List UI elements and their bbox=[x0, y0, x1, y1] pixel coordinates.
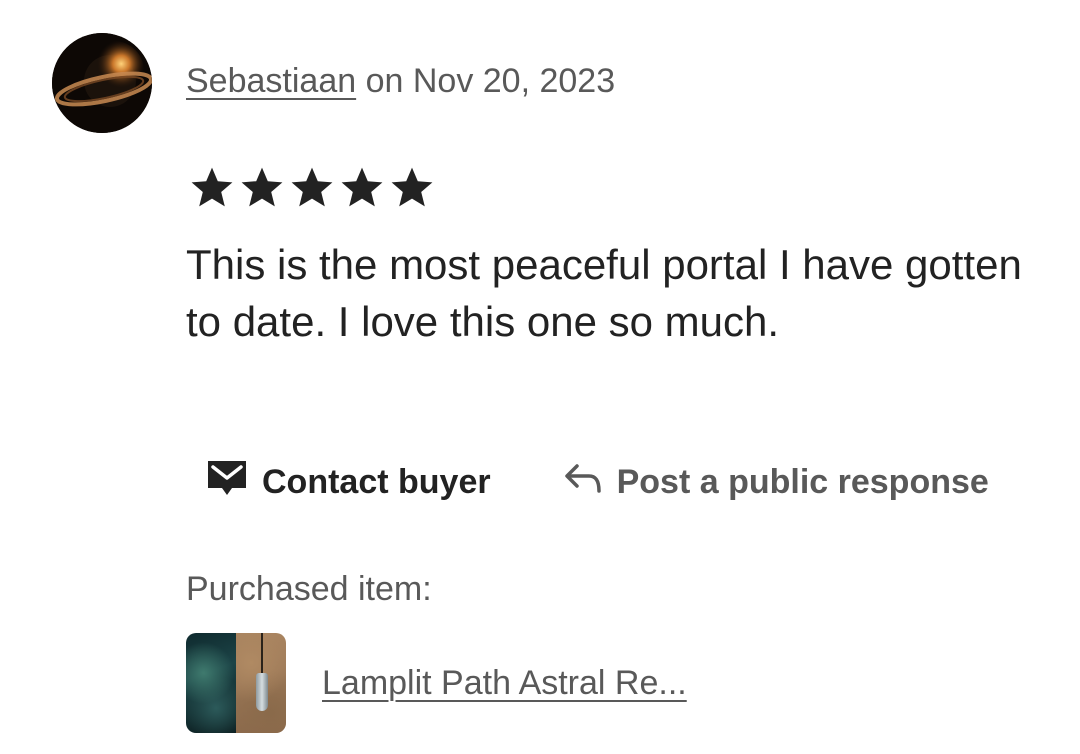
star-icon bbox=[341, 167, 383, 207]
review-date: on Nov 20, 2023 bbox=[356, 62, 616, 100]
purchased-item-label: Purchased item: bbox=[186, 570, 432, 608]
review-text: This is the most peaceful portal I have … bbox=[186, 241, 1022, 345]
star-rating bbox=[188, 164, 436, 212]
reviewer-avatar[interactable] bbox=[52, 33, 152, 133]
reply-arrow-icon bbox=[563, 461, 603, 504]
star-icon bbox=[291, 167, 333, 207]
item-thumbnail[interactable] bbox=[186, 633, 286, 733]
review-meta: Sebastiaan on Nov 20, 2023 bbox=[186, 62, 615, 101]
star-icon bbox=[391, 167, 433, 207]
star-icon bbox=[191, 167, 233, 207]
contact-buyer-button[interactable]: Contact buyer bbox=[206, 458, 491, 507]
envelope-icon bbox=[206, 458, 248, 507]
post-public-response-label: Post a public response bbox=[616, 462, 989, 501]
item-thumbnail-pendant bbox=[236, 633, 286, 733]
contact-buyer-label: Contact buyer bbox=[262, 462, 491, 501]
reviewer-name-link[interactable]: Sebastiaan bbox=[186, 62, 356, 100]
star-icon bbox=[241, 167, 283, 207]
item-thumbnail-art bbox=[186, 633, 236, 733]
review-card: Sebastiaan on Nov 20, 2023 This is the m… bbox=[0, 0, 1080, 754]
purchased-item: Lamplit Path Astral Re... bbox=[186, 633, 687, 733]
post-public-response-button[interactable]: Post a public response bbox=[563, 461, 989, 504]
review-actions: Contact buyer Post a public response bbox=[206, 456, 989, 508]
purchased-item-link[interactable]: Lamplit Path Astral Re... bbox=[322, 664, 687, 703]
planet-image bbox=[52, 33, 152, 133]
